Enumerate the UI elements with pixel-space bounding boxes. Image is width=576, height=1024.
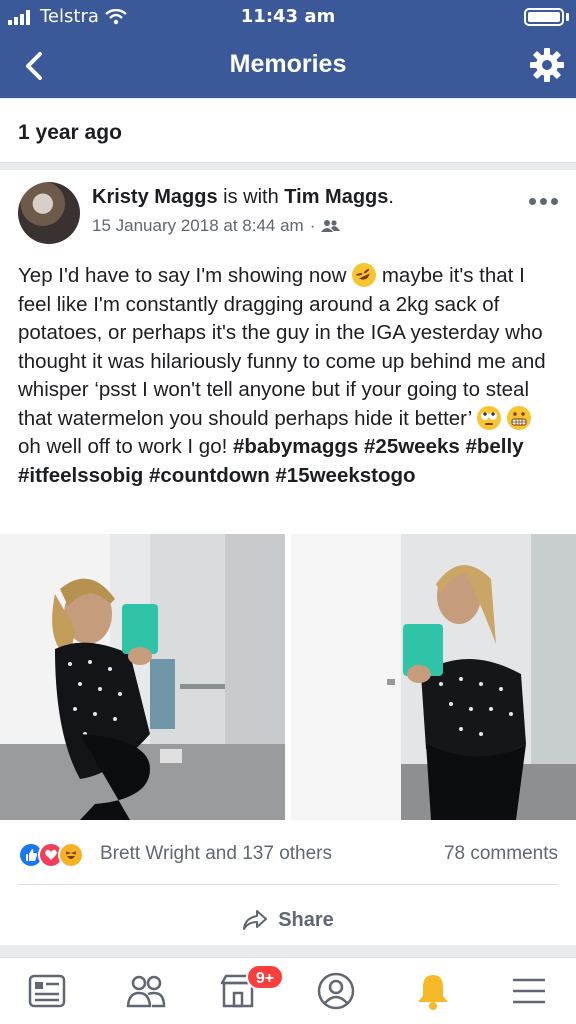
grimace-emoji-icon (506, 405, 531, 430)
haha-reaction-icon (58, 842, 84, 868)
with-text: is with (223, 186, 279, 208)
post-photo-2[interactable] (291, 534, 576, 820)
post-text-part2: maybe it's that I feel like I'm constant… (18, 264, 546, 430)
news-feed-icon (28, 974, 66, 1008)
reaction-icons (18, 842, 84, 868)
tab-friends[interactable] (121, 966, 171, 1016)
mirror-selfie-image-2 (291, 534, 576, 820)
share-button[interactable]: Share (0, 900, 576, 940)
nav-bar: Memories (0, 34, 576, 98)
post-photo-1[interactable] (0, 534, 285, 820)
profile-icon (317, 972, 355, 1010)
time-ago-label: 1 year ago (18, 121, 122, 144)
tab-menu[interactable] (504, 966, 554, 1016)
tab-notifications[interactable] (408, 966, 458, 1016)
mirror-selfie-image-1 (0, 534, 285, 820)
memories-section-header: 1 year ago (0, 99, 576, 163)
author-name[interactable]: Kristy Maggs (92, 186, 218, 208)
post-date[interactable]: 15 January 2018 at 8:44 am (92, 216, 304, 236)
friends-icon (126, 975, 166, 1008)
tab-profile[interactable] (311, 966, 361, 1016)
reactions-bar[interactable]: Brett Wright and 137 others 78 comments (18, 836, 558, 876)
rofl-emoji-icon (348, 259, 381, 291)
page-title: Memories (229, 50, 347, 78)
action-divider (18, 884, 558, 885)
settings-gear-icon[interactable] (528, 46, 566, 84)
status-bar: Telstra 11:43 am (0, 0, 576, 34)
bell-icon (418, 975, 448, 1010)
friends-audience-icon[interactable] (321, 219, 341, 233)
battery-tip (566, 13, 569, 21)
hamburger-menu-icon (513, 978, 545, 1004)
tab-news-feed[interactable] (22, 966, 72, 1016)
post-text: Yep I'd have to say I'm showing now mayb… (18, 259, 558, 490)
post-text-part1: Yep I'd have to say I'm showing now (18, 264, 347, 287)
share-icon (243, 910, 268, 930)
notification-badge: 9+ (246, 964, 284, 990)
battery-icon (524, 8, 564, 26)
post-author-line: Kristy Maggs is with Tim Maggs. (92, 186, 394, 209)
more-options-icon[interactable] (529, 198, 558, 205)
share-label: Share (278, 908, 334, 931)
reaction-names[interactable]: Brett Wright and 137 others (100, 843, 332, 865)
tagged-name[interactable]: Tim Maggs (284, 186, 388, 208)
post-text-part3: oh well off to work I go! (18, 435, 228, 458)
comments-count[interactable]: 78 comments (444, 843, 558, 865)
eye-roll-emoji-icon (477, 405, 502, 430)
bottom-tab-bar: 9+ (0, 957, 576, 1024)
post-meta: 15 January 2018 at 8:44 am · (92, 216, 341, 236)
clock: 11:43 am (240, 6, 336, 27)
tagged-suffix: . (388, 186, 394, 208)
date-separator: · (309, 216, 316, 235)
avatar[interactable] (18, 182, 80, 244)
post-card: Kristy Maggs is with Tim Maggs. 15 Janua… (0, 170, 576, 945)
